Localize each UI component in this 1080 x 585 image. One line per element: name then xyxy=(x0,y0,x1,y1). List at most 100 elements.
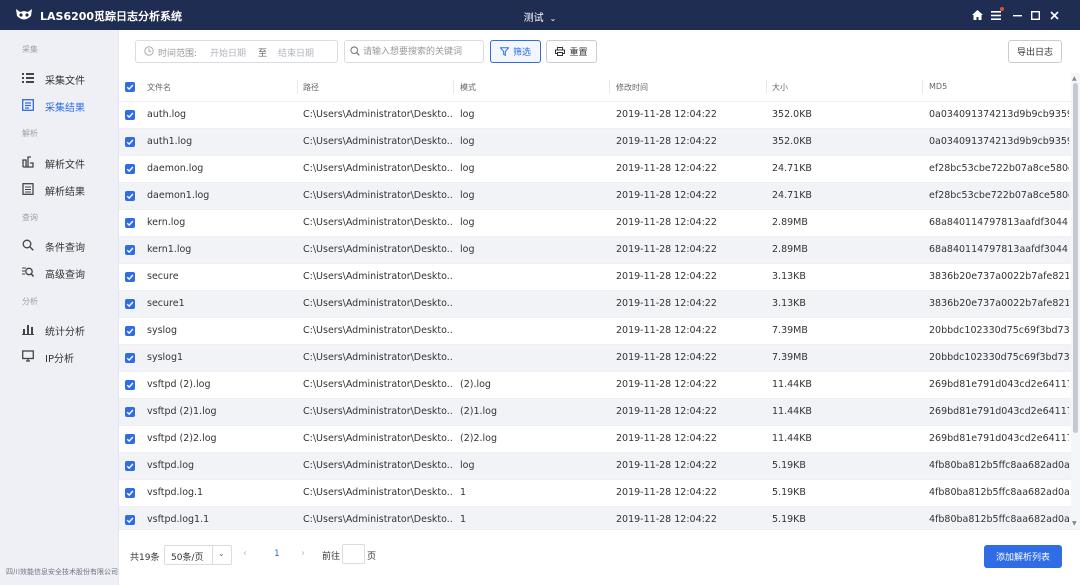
close-icon[interactable] xyxy=(1047,7,1061,23)
checkmark-icon xyxy=(126,193,134,200)
col-header-modified[interactable]: 修改时间 xyxy=(616,82,648,93)
advanced-search-icon xyxy=(22,267,34,277)
row-checkbox[interactable] xyxy=(125,461,135,471)
cell-mode: log xyxy=(460,190,475,201)
row-checkbox[interactable] xyxy=(125,407,135,417)
prev-page-icon[interactable]: ‹ xyxy=(243,548,247,559)
cell-time: 2019-11-28 12:04:22 xyxy=(616,352,717,363)
sidebar-item-label: IP分析 xyxy=(45,354,74,365)
cell-path: C:\Users\Administrator\Deskto... xyxy=(303,109,453,120)
row-checkbox[interactable] xyxy=(125,515,135,525)
table-row[interactable]: secure C:\Users\Administrator\Deskto... 20… xyxy=(119,264,1071,291)
home-icon[interactable] xyxy=(970,7,984,23)
table-row[interactable]: secure1 C:\Users\Administrator\Deskto... 2… xyxy=(119,291,1071,318)
sidebar-item-advanced-query[interactable]: 高级查询 xyxy=(0,260,118,284)
sidebar-item-parse-files[interactable]: 解析文件 xyxy=(0,150,118,174)
row-checkbox[interactable] xyxy=(125,272,135,282)
table-row[interactable]: auth.log C:\Users\Administrator\Deskto...… xyxy=(119,102,1071,129)
row-checkbox[interactable] xyxy=(125,434,135,444)
row-checkbox[interactable] xyxy=(125,326,135,336)
sidebar-item-ip-analysis[interactable]: IP分析 xyxy=(0,344,118,368)
goto-page-input[interactable] xyxy=(342,544,365,564)
table-row[interactable]: vsftpd.log1.1 C:\Users\Administrator\Desk… xyxy=(119,507,1071,529)
cell-md5: 0a034091374213d9b9cb9359b... xyxy=(929,109,1069,120)
table-row[interactable]: syslog C:\Users\Administrator\Deskto... 20… xyxy=(119,318,1071,345)
reset-button[interactable]: 重置 xyxy=(546,40,597,63)
end-date-input[interactable]: 结束日期 xyxy=(278,46,314,59)
date-range-picker[interactable]: 时间范围: 开始日期 至 结束日期 xyxy=(135,40,338,63)
current-page-number[interactable]: 1 xyxy=(274,549,280,559)
cell-md5: 3836b20e737a0022b7afe821ea... xyxy=(929,271,1069,282)
table-row[interactable]: kern.log C:\Users\Administrator\Deskto...… xyxy=(119,210,1071,237)
sidebar-item-label: 统计分析 xyxy=(45,327,85,338)
table-row[interactable]: vsftpd (2)1.log C:\Users\Administrator\De… xyxy=(119,399,1071,426)
table-scrollbar[interactable]: ▲ ▼ xyxy=(1071,73,1080,529)
goto-label: 前往 xyxy=(322,552,341,562)
cell-time: 2019-11-28 12:04:22 xyxy=(616,163,717,174)
scroll-up-icon[interactable]: ▲ xyxy=(1072,75,1077,82)
cell-md5: ef28bc53cbe722b07a8ce580e8... xyxy=(929,163,1069,174)
row-checkbox[interactable] xyxy=(125,380,135,390)
row-checkbox[interactable] xyxy=(125,191,135,201)
table-row[interactable]: vsftpd (2).log C:\Users\Administrator\Des… xyxy=(119,372,1071,399)
minimize-icon[interactable] xyxy=(1010,7,1024,23)
col-header-name[interactable]: 文件名 xyxy=(147,82,171,93)
filter-button[interactable]: 筛选 xyxy=(490,40,541,63)
sidebar-item-collect-files[interactable]: 采集文件 xyxy=(0,66,118,90)
col-header-size[interactable]: 大小 xyxy=(772,82,788,93)
sidebar-item-statistics[interactable]: 统计分析 xyxy=(0,317,118,341)
add-parse-list-button[interactable]: 添加解析列表 xyxy=(984,545,1062,568)
cell-name: vsftpd.log xyxy=(147,460,195,471)
table-row[interactable]: daemon.log C:\Users\Administrator\Deskto.… xyxy=(119,156,1071,183)
row-checkbox[interactable] xyxy=(125,299,135,309)
sidebar-item-condition-query[interactable]: 条件查询 xyxy=(0,233,118,257)
row-checkbox[interactable] xyxy=(125,218,135,228)
cell-mode: 1 xyxy=(460,487,467,498)
cell-time: 2019-11-28 12:04:22 xyxy=(616,244,717,255)
scroll-down-icon[interactable]: ▼ xyxy=(1072,520,1077,527)
menu-icon[interactable] xyxy=(989,7,1004,23)
select-all-checkbox[interactable] xyxy=(125,82,135,92)
cell-path: C:\Users\Administrator\Deskto... xyxy=(303,433,453,444)
table-row[interactable]: daemon1.log C:\Users\Administrator\Deskto… xyxy=(119,183,1071,210)
sidebar-item-collect-results[interactable]: 采集结果 xyxy=(0,93,118,117)
cell-path: C:\Users\Administrator\Deskto... xyxy=(303,244,453,255)
cell-mode: log xyxy=(460,217,475,228)
cell-path: C:\Users\Administrator\Deskto... xyxy=(303,352,453,363)
cell-name: auth.log xyxy=(147,109,187,120)
user-menu-label: 测试 xyxy=(523,13,544,24)
user-menu[interactable]: 测试 ⌄ xyxy=(0,9,1080,24)
table-row[interactable]: kern1.log C:\Users\Administrator\Deskto..… xyxy=(119,237,1071,264)
sidebar-item-parse-results[interactable]: 解析结果 xyxy=(0,177,118,201)
export-log-button[interactable]: 导出日志 xyxy=(1008,40,1062,63)
row-checkbox[interactable] xyxy=(125,110,135,120)
scrollbar-thumb[interactable] xyxy=(1073,83,1078,433)
col-header-md5[interactable]: MD5 xyxy=(929,82,947,91)
section-title-parse: 解析 xyxy=(22,129,38,138)
column-divider xyxy=(922,80,923,94)
col-header-mode[interactable]: 模式 xyxy=(460,82,476,93)
row-checkbox[interactable] xyxy=(125,353,135,363)
cell-size: 5.19KB xyxy=(772,460,806,471)
cell-name: secure xyxy=(147,271,179,282)
row-checkbox[interactable] xyxy=(125,245,135,255)
row-checkbox[interactable] xyxy=(125,488,135,498)
table-row[interactable]: vsftpd.log.1 C:\Users\Administrator\Deskt… xyxy=(119,480,1071,507)
cell-size: 11.44KB xyxy=(772,433,812,444)
table-row[interactable]: auth1.log C:\Users\Administrator\Deskto..… xyxy=(119,129,1071,156)
table-row[interactable]: vsftpd (2)2.log C:\Users\Administrator\De… xyxy=(119,426,1071,453)
col-header-path[interactable]: 路径 xyxy=(303,82,319,93)
page-size-select[interactable]: 50条/页 ⌄ xyxy=(164,545,232,565)
row-checkbox[interactable] xyxy=(125,164,135,174)
table-row[interactable]: vsftpd.log C:\Users\Administrator\Deskto.… xyxy=(119,453,1071,480)
table-row[interactable]: syslog1 C:\Users\Administrator\Deskto... 2… xyxy=(119,345,1071,372)
next-page-icon[interactable]: › xyxy=(301,548,305,559)
cell-time: 2019-11-28 12:04:22 xyxy=(616,298,717,309)
cell-size: 24.71KB xyxy=(772,190,812,201)
cell-time: 2019-11-28 12:04:22 xyxy=(616,325,717,336)
search-input[interactable] xyxy=(363,44,481,59)
row-checkbox[interactable] xyxy=(125,137,135,147)
notification-dot xyxy=(1000,7,1004,11)
maximize-icon[interactable] xyxy=(1028,7,1042,23)
start-date-input[interactable]: 开始日期 xyxy=(210,46,246,59)
